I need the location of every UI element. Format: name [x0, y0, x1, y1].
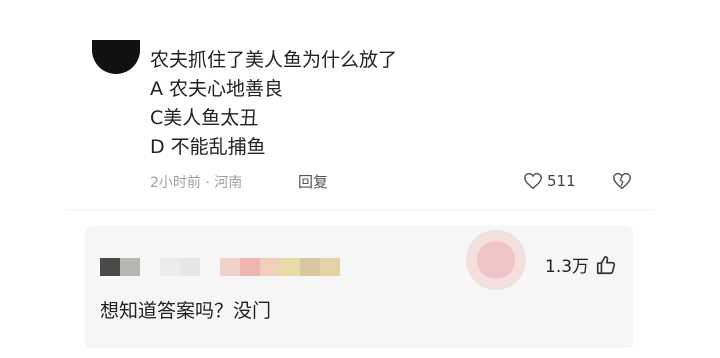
- broken-heart-icon: [613, 172, 631, 190]
- comment-line: D 不能乱捕鱼: [150, 136, 266, 158]
- thumbs-up-icon: [596, 255, 616, 274]
- comment-body: 农夫抓住了美人鱼为什么放了 A 农夫心地善良 C美人鱼太丑 D 不能乱捕鱼: [150, 46, 397, 162]
- like-button[interactable]: 1.3万: [545, 252, 617, 277]
- comment-line: C美人鱼太丑: [150, 107, 259, 129]
- reply-button[interactable]: 回复: [298, 171, 328, 192]
- reply-card: [85, 226, 633, 348]
- like-count: 1.3万: [545, 257, 590, 277]
- like-button[interactable]: 511: [523, 172, 576, 190]
- reply-text: 想知道答案吗？没门: [100, 300, 272, 322]
- comment-line: A 农夫心地善良: [150, 78, 284, 100]
- heart-outline-icon: [524, 172, 542, 190]
- comment-line: 农夫抓住了美人鱼为什么放了: [150, 49, 398, 71]
- avatar[interactable]: [92, 40, 140, 74]
- divider: [66, 209, 654, 210]
- comment-thread: 农夫抓住了美人鱼为什么放了 A 农夫心地善良 C美人鱼太丑 D 不能乱捕鱼 2小…: [0, 0, 720, 358]
- watermark-stamp-inner: [477, 241, 515, 279]
- comment-meta: 2小时前 · 河南: [150, 175, 243, 191]
- like-count: 511: [547, 172, 576, 190]
- dislike-button[interactable]: [612, 172, 632, 194]
- blurred-username: [100, 258, 340, 276]
